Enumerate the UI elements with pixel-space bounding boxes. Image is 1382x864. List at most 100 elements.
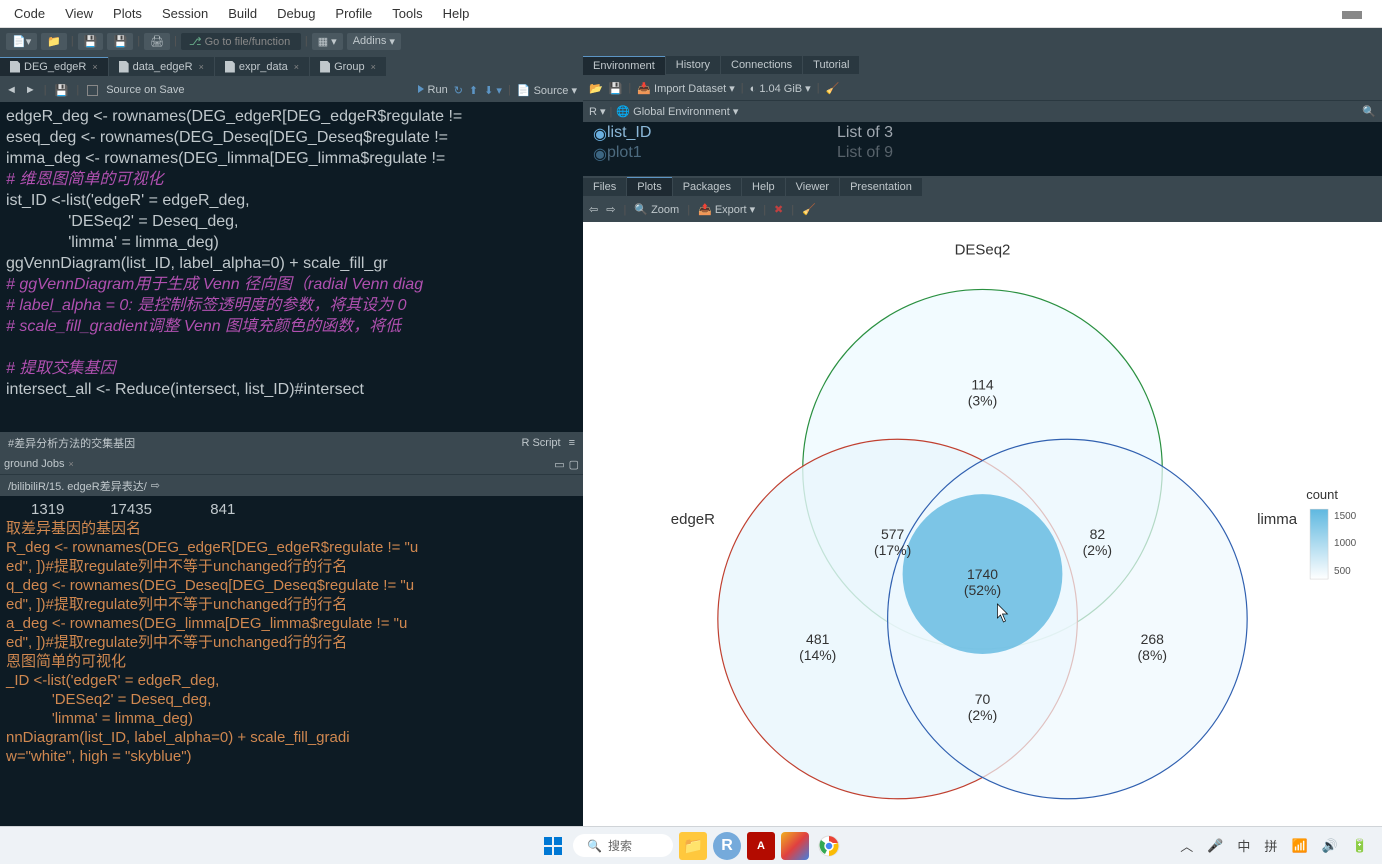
menu-bar: Code View Plots Session Build Debug Prof… [0, 0, 1382, 28]
plot-toolbar: ⇦ ⇨ | 🔍 Zoom | 📤 Export ▾ | ✖ | 🧹 [583, 198, 1382, 222]
window-minimize-icon[interactable] [1332, 4, 1372, 26]
env-item-list-id[interactable]: ◉list_IDList of 3 [593, 124, 1372, 144]
adobe-icon[interactable]: A [747, 832, 775, 860]
chevron-icon[interactable]: ⇨ [151, 479, 160, 492]
count-deseq-only: 114(3%) [968, 376, 998, 408]
explorer-icon[interactable]: 📁 [679, 832, 707, 860]
r-scope-dropdown[interactable]: R ▾ [589, 105, 606, 118]
file-icon [119, 61, 129, 73]
forward-icon[interactable]: ► [25, 84, 36, 96]
menu-help[interactable]: Help [433, 2, 480, 25]
run-button[interactable]: Run [418, 84, 447, 96]
legend-gradient [1310, 509, 1328, 579]
tab-plots[interactable]: Plots [627, 177, 671, 196]
working-dir-label[interactable]: /bilibiliR/15. edgeR差异表达/ [8, 478, 147, 494]
chrome-icon[interactable] [815, 832, 843, 860]
close-icon[interactable]: × [294, 62, 299, 72]
label-deseq2: DESeq2 [955, 241, 1011, 258]
broom-icon[interactable]: 🧹 [826, 82, 840, 95]
env-item-plot1[interactable]: ◉plot1List of 9 [593, 144, 1372, 164]
main-toolbar: 📄▾ 📁 | 💾 💾 | 🖨 | ⎇ Go to file/function |… [0, 28, 1382, 54]
volume-icon[interactable]: 🔊 [1322, 838, 1338, 854]
import-dataset-button[interactable]: 📥 Import Dataset ▾ [637, 82, 734, 95]
source-on-save-checkbox[interactable] [87, 85, 98, 96]
menu-debug[interactable]: Debug [267, 2, 325, 25]
search-icon[interactable]: 🔍 [1362, 105, 1376, 118]
print-icon[interactable]: 🖨 [144, 33, 170, 50]
console-output[interactable]: 1319 17435 841 取差异基因的基因名 R_deg <- rownam… [0, 496, 583, 826]
file-icon [225, 61, 235, 73]
minimize-pane-icon[interactable]: ▭ [554, 458, 564, 471]
memory-indicator[interactable]: ◐ 1.04 GiB ▾ [750, 82, 811, 95]
prev-plot-icon[interactable]: ⇦ [589, 203, 598, 216]
zoom-button[interactable]: 🔍 Zoom [634, 203, 679, 216]
code-editor[interactable]: edgeR_deg <- rownames(DEG_edgeR[DEG_edge… [0, 102, 583, 432]
export-button[interactable]: 📤 Export ▾ [698, 203, 755, 216]
menu-build[interactable]: Build [218, 2, 267, 25]
goto-file-input[interactable]: ⎇ Go to file/function [181, 33, 301, 50]
battery-icon[interactable]: 🔋 [1352, 838, 1368, 854]
addins-dropdown[interactable]: Addins ▾ [347, 33, 401, 50]
close-icon[interactable]: × [69, 459, 74, 469]
save-icon[interactable]: 💾 [55, 84, 69, 97]
source-down-icon[interactable]: ⬇ ▾ [484, 84, 502, 97]
menu-session[interactable]: Session [152, 2, 218, 25]
file-type-label[interactable]: R Script [521, 437, 560, 449]
microphone-icon[interactable]: 🎤 [1207, 838, 1223, 854]
tab-presentation[interactable]: Presentation [840, 178, 922, 196]
close-icon[interactable]: × [92, 62, 97, 72]
environment-list[interactable]: ◉list_IDList of 3 ◉plot1List of 9 [583, 122, 1382, 176]
menu-code[interactable]: Code [4, 2, 55, 25]
grid-icon[interactable]: ▦ ▾ [312, 33, 343, 50]
tab-tutorial[interactable]: Tutorial [803, 56, 859, 74]
save-all-icon[interactable]: 💾 [107, 33, 133, 50]
ime-lang[interactable]: 中 [1237, 836, 1250, 855]
tray-chevron-icon[interactable]: ︿ [1180, 836, 1193, 855]
rstudio-icon[interactable]: R [713, 832, 741, 860]
taskbar-search[interactable]: 🔍搜索 [573, 834, 673, 857]
tab-data-edger[interactable]: data_edgeR× [109, 57, 214, 76]
env-tab-bar: Environment History Connections Tutorial [583, 54, 1382, 76]
maximize-pane-icon[interactable]: ▢ [569, 458, 579, 471]
label-limma: limma [1257, 511, 1298, 528]
ime-mode[interactable]: 拼 [1264, 836, 1277, 855]
next-plot-icon[interactable]: ⇨ [606, 203, 615, 216]
section-label[interactable]: #差异分析方法的交集基因 [8, 435, 135, 451]
global-env-dropdown[interactable]: 🌐 Global Environment ▾ [616, 105, 738, 118]
windows-taskbar: 🔍搜索 📁 R A ︿ 🎤 中 拼 📶 🔊 🔋 [0, 826, 1382, 864]
start-button[interactable] [539, 832, 567, 860]
menu-plots[interactable]: Plots [103, 2, 152, 25]
back-icon[interactable]: ◄ [6, 84, 17, 96]
tab-viewer[interactable]: Viewer [786, 178, 839, 196]
close-icon[interactable]: × [199, 62, 204, 72]
tab-environment[interactable]: Environment [583, 56, 665, 75]
tab-history[interactable]: History [666, 56, 720, 74]
new-file-icon[interactable]: 📄▾ [6, 33, 37, 50]
clear-plots-icon[interactable]: 🧹 [802, 203, 816, 216]
source-up-icon[interactable]: ⬆ [469, 84, 478, 97]
menu-profile[interactable]: Profile [325, 2, 382, 25]
system-tray: ︿ 🎤 中 拼 📶 🔊 🔋 [1180, 836, 1368, 855]
tab-connections[interactable]: Connections [721, 56, 802, 74]
save-icon[interactable]: 💾 [78, 33, 104, 50]
menu-tools[interactable]: Tools [382, 2, 432, 25]
wifi-icon[interactable]: 📶 [1291, 838, 1307, 854]
tab-files[interactable]: Files [583, 178, 626, 196]
load-icon[interactable]: 📂 [589, 82, 603, 95]
env-toolbar: 📂 💾 | 📥 Import Dataset ▾ | ◐ 1.04 GiB ▾ … [583, 76, 1382, 100]
tab-background-jobs[interactable]: ground Jobs [4, 458, 65, 470]
open-file-icon[interactable]: 📁 [41, 33, 67, 50]
editor-toolbar: ◄ ► | 💾 | Source on Save Run ↻ ⬆ ⬇ ▾ | 📄… [0, 78, 583, 102]
tab-group[interactable]: Group× [310, 57, 386, 76]
app-icon[interactable] [781, 832, 809, 860]
tab-expr-data[interactable]: expr_data× [215, 57, 309, 76]
close-icon[interactable]: × [371, 62, 376, 72]
source-button[interactable]: 📄 Source ▾ [517, 84, 577, 97]
tab-help[interactable]: Help [742, 178, 785, 196]
save-icon[interactable]: 💾 [609, 82, 623, 95]
remove-plot-icon[interactable]: ✖ [774, 203, 783, 216]
menu-view[interactable]: View [55, 2, 103, 25]
tab-deg-edger[interactable]: DEG_edgeR× [0, 57, 108, 76]
tab-packages[interactable]: Packages [673, 178, 741, 196]
rerun-icon[interactable]: ↻ [454, 84, 463, 97]
